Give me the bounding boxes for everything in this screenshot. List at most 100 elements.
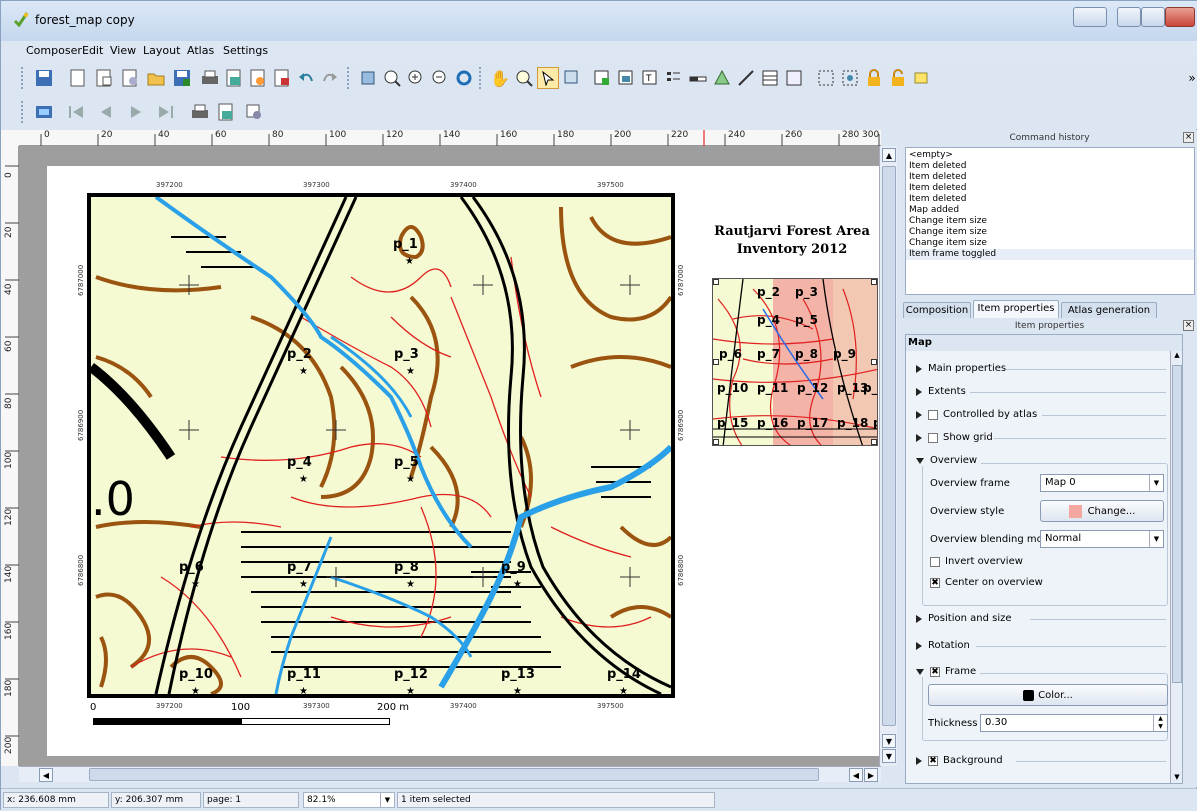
move-content-icon[interactable] <box>561 67 583 89</box>
composer-manager-icon[interactable] <box>119 67 141 89</box>
duplicate-composer-icon[interactable] <box>93 67 115 89</box>
open-template-icon[interactable] <box>145 67 167 89</box>
close-icon[interactable]: × <box>1183 132 1194 143</box>
frame-color-button[interactable]: Color... <box>928 684 1168 706</box>
center-on-overview-row[interactable]: ✖ Center on overview <box>930 577 1043 588</box>
add-shape-icon[interactable] <box>711 67 733 89</box>
show-grid-checkbox[interactable] <box>928 432 938 443</box>
zoom-out-icon[interactable] <box>429 67 451 89</box>
selection-handle[interactable] <box>871 359 877 365</box>
vertical-ruler[interactable]: 0 20 40 60 80 100 120 140 160 180 200 <box>1 146 19 766</box>
history-item[interactable]: Change item size <box>909 216 987 227</box>
minimize-button[interactable] <box>1117 7 1141 27</box>
scroll-thumb[interactable] <box>882 166 896 726</box>
zoom-select[interactable]: 82.1% ▼ <box>303 792 395 808</box>
center-on-overview-checkbox[interactable]: ✖ <box>930 577 940 588</box>
zoom-100-icon[interactable] <box>381 67 403 89</box>
invert-overview-row[interactable]: Invert overview <box>930 556 1023 567</box>
toolbar-grip[interactable] <box>21 67 25 89</box>
thickness-spinbox[interactable]: 0.30 ▲ ▼ <box>980 714 1168 732</box>
menu-composer[interactable]: Composer <box>26 44 82 57</box>
menu-layout[interactable]: Layout <box>143 44 180 57</box>
pan-icon[interactable]: ✋ <box>489 67 511 89</box>
add-legend-icon[interactable] <box>663 67 685 89</box>
scroll-down-icon[interactable]: ▼ <box>882 734 896 748</box>
previous-feature-icon[interactable] <box>95 101 117 123</box>
section-position-size[interactable]: Position and size <box>916 613 1012 624</box>
atlas-settings-icon[interactable] <box>243 101 265 123</box>
section-frame[interactable]: ✖ Frame <box>916 666 981 677</box>
history-item[interactable]: Item deleted <box>909 172 966 183</box>
add-label-icon[interactable]: T <box>639 67 661 89</box>
properties-scrollbar[interactable]: ▲ ▼ <box>1170 351 1182 783</box>
invert-overview-checkbox[interactable] <box>930 556 940 567</box>
overview-style-button[interactable]: Change... <box>1040 500 1164 522</box>
close-button[interactable] <box>1165 7 1195 27</box>
scroll-right-icon[interactable]: ▶ <box>864 768 878 782</box>
export-image-icon[interactable] <box>223 67 245 89</box>
refresh-icon[interactable] <box>453 67 475 89</box>
scroll-up-icon[interactable]: ▲ <box>1172 351 1182 361</box>
export-atlas-icon[interactable] <box>215 101 237 123</box>
toolbar-grip[interactable] <box>21 101 25 123</box>
new-composer-icon[interactable] <box>67 67 89 89</box>
selection-handle[interactable] <box>713 439 719 445</box>
ungroup-icon[interactable] <box>839 67 861 89</box>
add-html-icon[interactable] <box>783 67 805 89</box>
section-extents[interactable]: Extents <box>916 386 966 397</box>
overview-map[interactable]: p_2 p_3 p_4 p_5 p_6 p_7 p_8 p_9 p_10 p_1… <box>712 278 878 446</box>
history-item[interactable]: Change item size <box>909 238 987 249</box>
unlock-icon[interactable] <box>887 67 909 89</box>
scroll-left-icon[interactable]: ◀ <box>39 768 53 782</box>
history-item[interactable]: Item deleted <box>909 161 966 172</box>
history-item[interactable]: <empty> <box>909 150 953 161</box>
history-item[interactable]: Map added <box>909 205 959 216</box>
more-tools-icon[interactable]: » <box>1181 67 1197 89</box>
scroll-thumb[interactable] <box>89 768 819 781</box>
selection-handle[interactable] <box>871 279 877 285</box>
frame-checkbox[interactable]: ✖ <box>930 666 940 677</box>
scroll-up-icon[interactable]: ▲ <box>882 148 896 162</box>
history-item[interactable]: Change item size <box>909 227 987 238</box>
zoom-full-icon[interactable] <box>357 67 379 89</box>
next-feature-icon[interactable] <box>125 101 147 123</box>
command-history-list[interactable]: <empty> Item deleted Item deleted Item d… <box>905 147 1195 295</box>
selection-handle[interactable] <box>713 279 719 285</box>
spin-arrows-icon[interactable]: ▲ ▼ <box>1153 715 1167 731</box>
overview-frame-select[interactable]: Map 0 ▼ <box>1040 474 1164 492</box>
menu-settings[interactable]: Settings <box>223 44 268 57</box>
tab-composition[interactable]: Composition <box>903 302 971 318</box>
export-svg-icon[interactable] <box>247 67 269 89</box>
scroll-down-icon[interactable]: ▼ <box>882 749 896 763</box>
align-icon[interactable] <box>911 67 933 89</box>
redo-icon[interactable] <box>319 67 341 89</box>
export-pdf-icon[interactable] <box>271 67 293 89</box>
section-background[interactable]: ✖ Background <box>916 755 1003 766</box>
select-tool-icon[interactable] <box>537 67 559 89</box>
undo-icon[interactable] <box>295 67 317 89</box>
controlled-by-atlas-checkbox[interactable] <box>928 409 938 420</box>
add-table-icon[interactable] <box>759 67 781 89</box>
save-project-icon[interactable] <box>33 67 55 89</box>
horizontal-ruler[interactable]: 0 20 40 60 80 100 120 140 160 180 200 22… <box>19 130 881 146</box>
menu-view[interactable]: View <box>110 44 136 57</box>
group-icon[interactable] <box>815 67 837 89</box>
add-image-icon[interactable] <box>615 67 637 89</box>
add-scalebar-icon[interactable] <box>687 67 709 89</box>
menu-atlas[interactable]: Atlas <box>187 44 214 57</box>
main-map[interactable]: .0 p_1 p_2 p_3 p_4 p_5 p_6 p_7 p_8 p_9 p… <box>87 193 675 698</box>
print-icon[interactable] <box>199 67 221 89</box>
print-atlas-icon[interactable] <box>189 101 211 123</box>
section-controlled-by-atlas[interactable]: Controlled by atlas <box>916 409 1037 420</box>
section-main-properties[interactable]: Main properties <box>916 363 1006 374</box>
selection-handle[interactable] <box>871 439 877 445</box>
add-arrow-icon[interactable] <box>735 67 757 89</box>
print-page[interactable]: 397200 397300 397400 397500 397200 39730… <box>47 166 879 756</box>
background-checkbox[interactable]: ✖ <box>928 755 938 766</box>
map-title-label[interactable]: Rautjarvi Forest Area Inventory 2012 <box>712 223 872 259</box>
restore-icon[interactable] <box>1073 7 1107 27</box>
toolbar-grip[interactable] <box>479 67 483 89</box>
blending-mode-select[interactable]: Normal ▼ <box>1040 530 1164 548</box>
scroll-down-icon[interactable]: ▼ <box>1172 773 1182 783</box>
zoom-tool-icon[interactable] <box>513 67 535 89</box>
